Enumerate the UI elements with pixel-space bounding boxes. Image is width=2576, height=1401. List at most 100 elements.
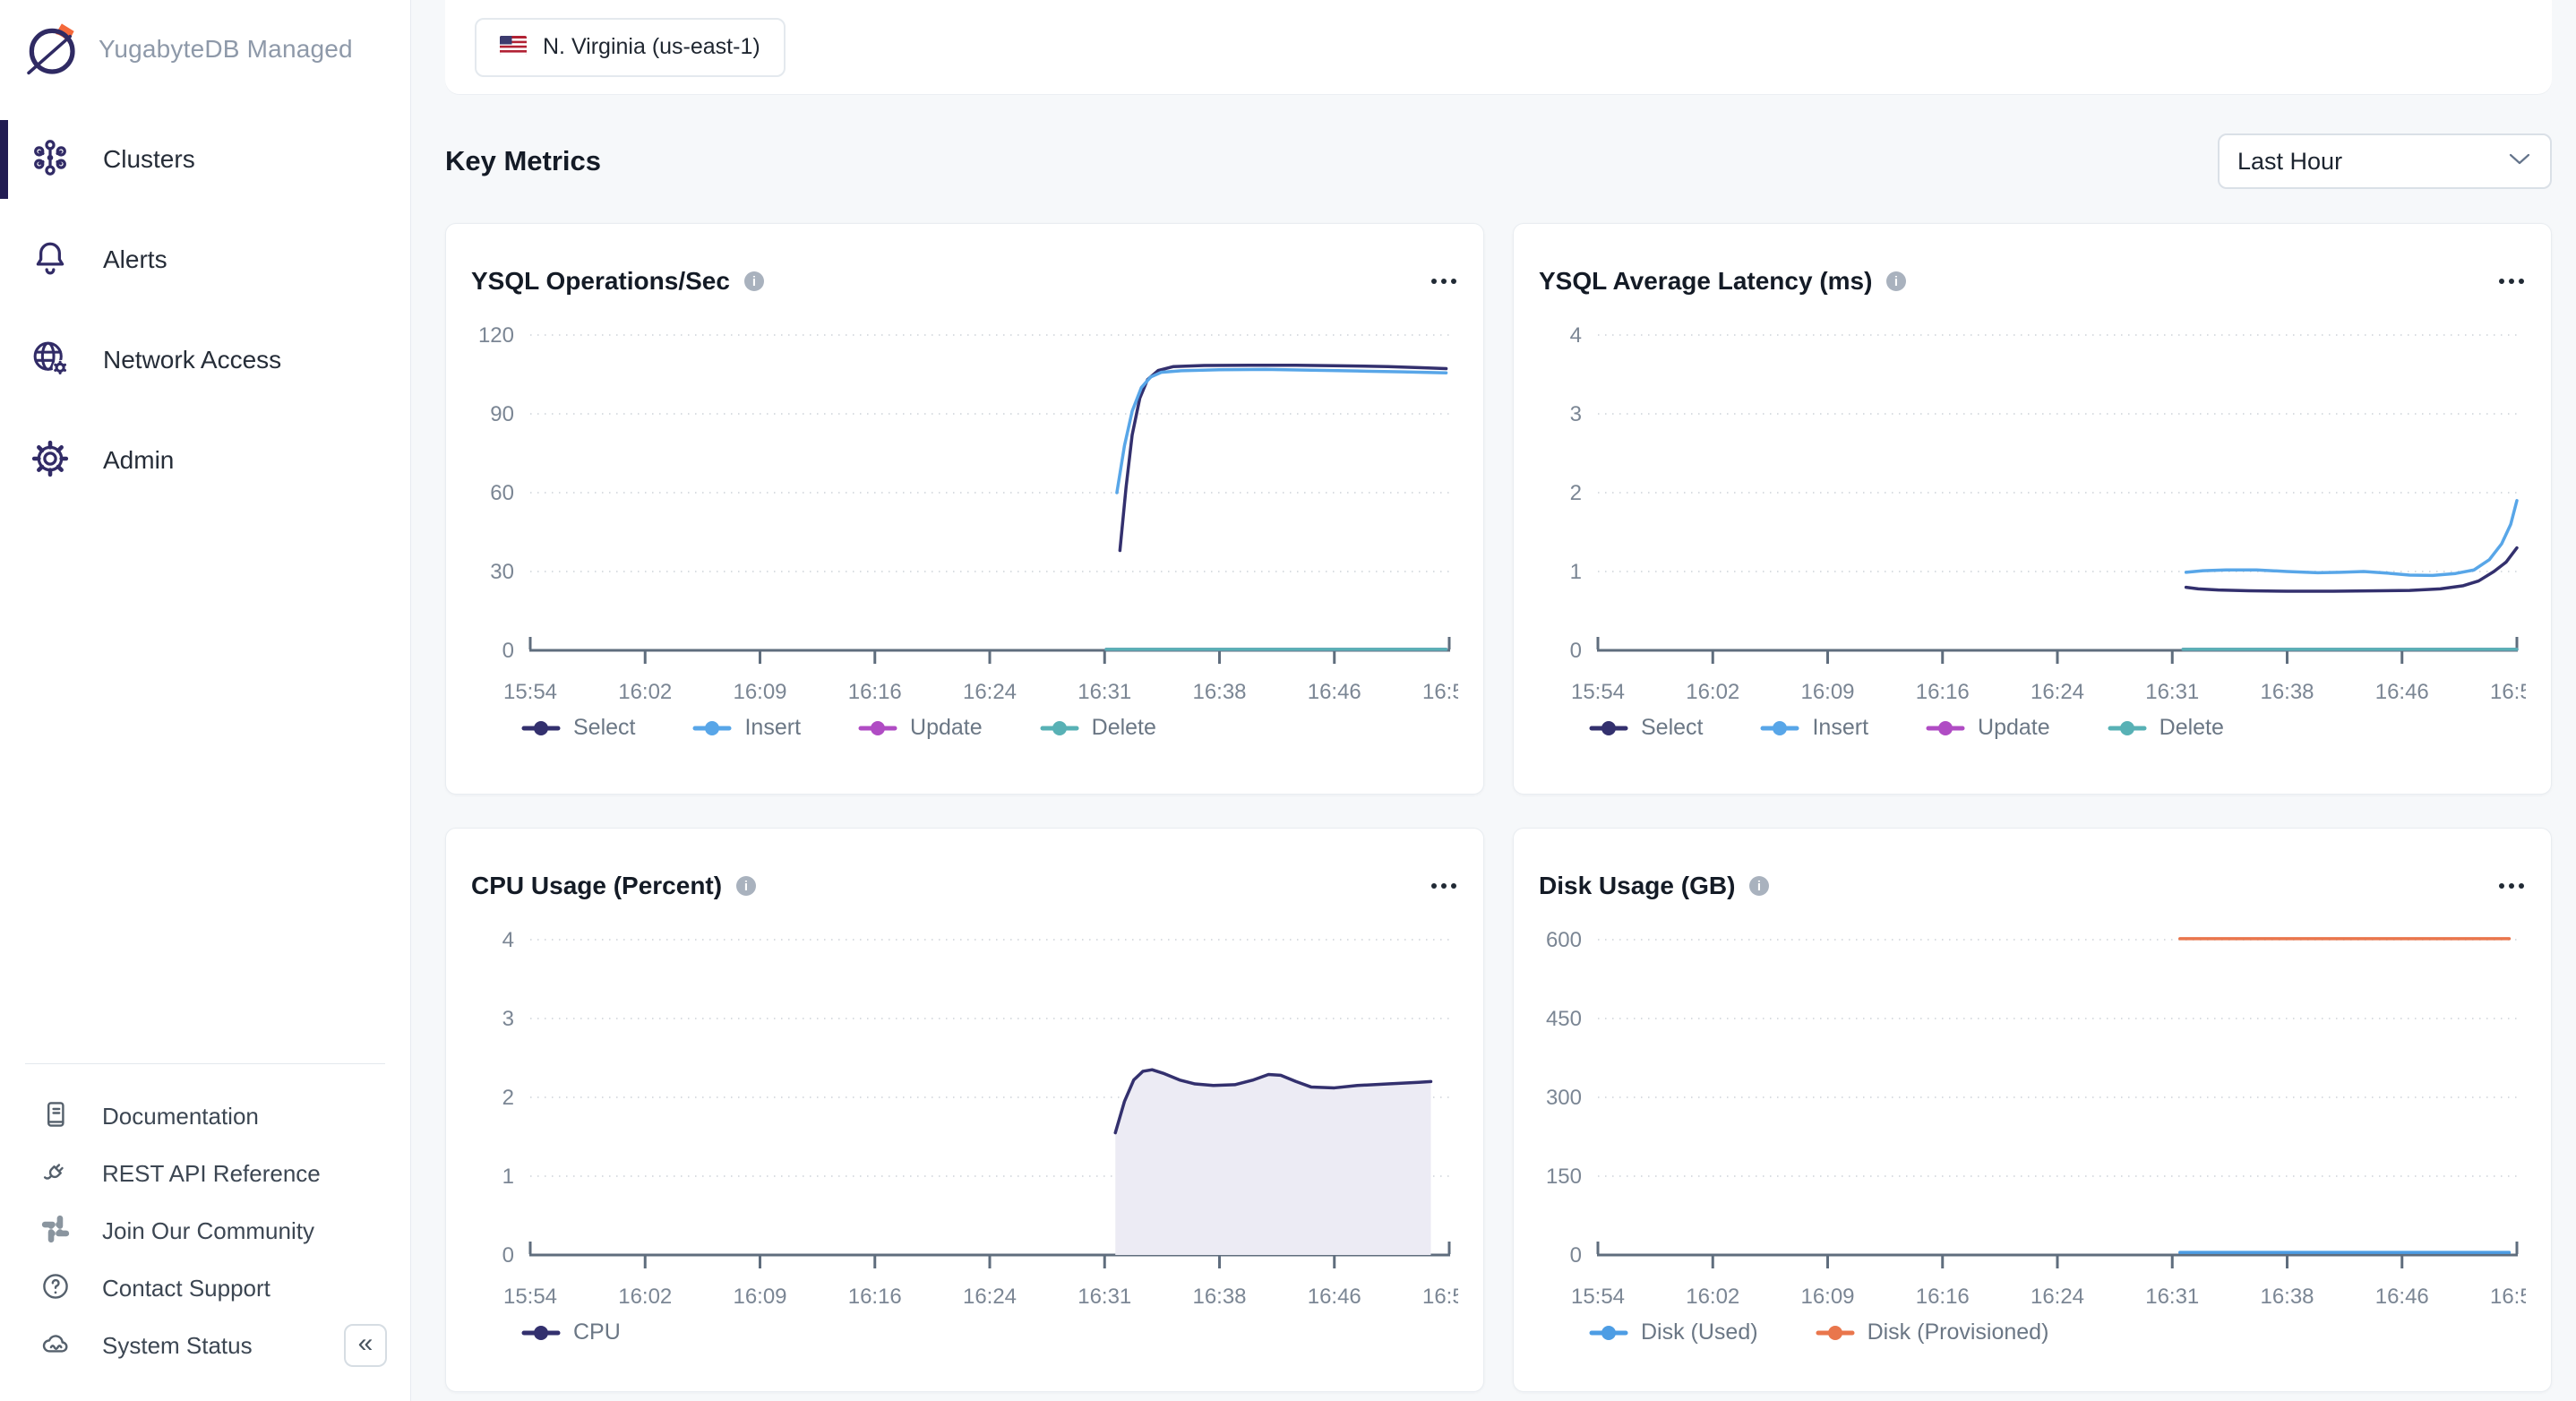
card-cpu-usage: CPU Usage (Percent) i 0123415:5416:0216:… xyxy=(445,828,1484,1392)
sidebar-item-alerts[interactable]: Alerts xyxy=(0,228,410,292)
legend-marker-icon xyxy=(1760,720,1799,736)
legend-item[interactable]: CPU xyxy=(521,1319,621,1345)
card-header: Disk Usage (GB) i xyxy=(1539,829,2526,915)
legend-label: CPU xyxy=(573,1319,621,1345)
card-header: YSQL Average Latency (ms) i xyxy=(1539,224,2526,310)
clusters-icon xyxy=(30,137,71,183)
bell-icon xyxy=(30,237,71,283)
sidebar-item-join-our-community[interactable]: Join Our Community xyxy=(0,1202,410,1259)
help-icon xyxy=(39,1270,72,1307)
legend-item[interactable]: Insert xyxy=(692,715,801,741)
app-root: YugabyteDB Managed Clusters xyxy=(0,0,2576,1401)
legend-item[interactable]: Update xyxy=(1926,715,2050,741)
info-icon[interactable]: i xyxy=(734,874,758,898)
divider xyxy=(25,1063,385,1064)
legend-marker-icon xyxy=(1589,1325,1628,1341)
svg-text:16:24: 16:24 xyxy=(2031,680,2084,699)
more-menu-icon[interactable] xyxy=(2497,271,2526,291)
legend-item[interactable]: Insert xyxy=(1760,715,1868,741)
sidebar-item-network-access[interactable]: Network Access xyxy=(0,328,410,392)
svg-text:4: 4 xyxy=(1570,323,1582,348)
yugabyte-planet-logo-icon xyxy=(23,20,82,79)
svg-text:1: 1 xyxy=(502,1165,514,1189)
svg-text:16:02: 16:02 xyxy=(618,680,672,699)
sidebar-item-label: Documentation xyxy=(102,1103,259,1130)
svg-text:150: 150 xyxy=(1546,1165,1582,1189)
svg-text:30: 30 xyxy=(490,560,514,584)
svg-text:16:46: 16:46 xyxy=(1308,1285,1361,1303)
svg-text:16:38: 16:38 xyxy=(2260,1285,2314,1303)
legend-item[interactable]: Select xyxy=(521,715,635,741)
svg-text:i: i xyxy=(752,274,756,289)
svg-text:1: 1 xyxy=(1570,560,1582,584)
legend-label: Delete xyxy=(1092,715,1156,741)
legend-item[interactable]: Disk (Used) xyxy=(1589,1319,1758,1345)
svg-text:0: 0 xyxy=(502,1243,514,1268)
svg-text:0: 0 xyxy=(1570,639,1582,663)
svg-text:300: 300 xyxy=(1546,1086,1582,1110)
sidebar-item-rest-api-reference[interactable]: REST API Reference xyxy=(0,1145,410,1202)
sidebar-item-documentation[interactable]: Documentation xyxy=(0,1087,410,1145)
svg-text:15:54: 15:54 xyxy=(1571,1285,1625,1303)
sidebar-item-label: System Status xyxy=(102,1332,253,1360)
svg-text:16:38: 16:38 xyxy=(1192,1285,1246,1303)
info-icon[interactable]: i xyxy=(1747,874,1771,898)
metrics-grid: YSQL Operations/Sec i 030609012015:5416:… xyxy=(445,223,2552,1392)
legend-item[interactable]: Delete xyxy=(1040,715,1156,741)
card-title: YSQL Operations/Sec xyxy=(471,267,730,296)
legend-marker-icon xyxy=(1040,720,1079,736)
legend-item[interactable]: Delete xyxy=(2108,715,2224,741)
time-range-select[interactable]: Last Hour xyxy=(2218,133,2552,189)
svg-text:16:02: 16:02 xyxy=(618,1285,672,1303)
info-icon[interactable]: i xyxy=(743,270,766,293)
svg-text:16:31: 16:31 xyxy=(1078,680,1131,699)
slack-icon xyxy=(39,1213,72,1250)
legend-label: Disk (Provisioned) xyxy=(1868,1319,2049,1345)
brand-row[interactable]: YugabyteDB Managed xyxy=(0,0,410,81)
svg-text:2: 2 xyxy=(502,1086,514,1110)
plug-icon xyxy=(39,1156,72,1192)
legend-marker-icon xyxy=(858,720,897,736)
svg-text:16:54: 16:54 xyxy=(2490,1285,2526,1303)
legend-label: Delete xyxy=(2160,715,2224,741)
sidebar-item-contact-support[interactable]: Contact Support xyxy=(0,1259,410,1317)
card-header: YSQL Operations/Sec i xyxy=(471,224,1458,310)
cpu-usage-chart: 0123415:5416:0216:0916:1616:2416:3116:38… xyxy=(471,918,1458,1303)
svg-text:600: 600 xyxy=(1546,928,1582,952)
svg-text:450: 450 xyxy=(1546,1007,1582,1031)
disk-usage-chart: 015030045060015:5416:0216:0916:1616:2416… xyxy=(1539,918,2526,1303)
svg-text:i: i xyxy=(1757,879,1761,894)
svg-text:16:31: 16:31 xyxy=(1078,1285,1131,1303)
book-icon xyxy=(39,1098,72,1135)
sidebar-item-label: Network Access xyxy=(103,346,281,374)
more-menu-icon[interactable] xyxy=(2497,876,2526,896)
svg-text:16:46: 16:46 xyxy=(2375,680,2429,699)
globe-gear-icon xyxy=(30,338,71,383)
svg-text:3: 3 xyxy=(1570,402,1582,426)
chart-legend: CPU xyxy=(471,1319,1458,1345)
cloud-status-icon xyxy=(39,1328,72,1364)
sidebar-item-admin[interactable]: Admin xyxy=(0,428,410,493)
info-icon[interactable]: i xyxy=(1885,270,1908,293)
legend-item[interactable]: Select xyxy=(1589,715,1703,741)
brand-name: YugabyteDB Managed xyxy=(99,35,353,64)
chevron-down-icon xyxy=(2509,153,2530,169)
sidebar-item-label: Join Our Community xyxy=(102,1217,314,1245)
sidebar-item-clusters[interactable]: Clusters xyxy=(0,127,410,192)
region-chip[interactable]: N. Virginia (us-east-1) xyxy=(475,18,786,77)
svg-text:120: 120 xyxy=(478,323,514,348)
legend-item[interactable]: Disk (Provisioned) xyxy=(1816,1319,2049,1345)
legend-item[interactable]: Update xyxy=(858,715,983,741)
more-menu-icon[interactable] xyxy=(1430,271,1458,291)
legend-marker-icon xyxy=(692,720,732,736)
svg-text:i: i xyxy=(744,879,748,894)
legend-marker-icon xyxy=(521,1325,561,1341)
sidebar-collapse-button[interactable]: « xyxy=(344,1324,387,1367)
us-flag-icon xyxy=(500,36,527,59)
svg-text:i: i xyxy=(1894,274,1898,289)
page-title: Key Metrics xyxy=(445,145,601,177)
time-range-value: Last Hour xyxy=(2237,148,2342,176)
svg-text:16:46: 16:46 xyxy=(2375,1285,2429,1303)
more-menu-icon[interactable] xyxy=(1430,876,1458,896)
chart-legend: Select Insert Update Delete xyxy=(1539,715,2526,741)
